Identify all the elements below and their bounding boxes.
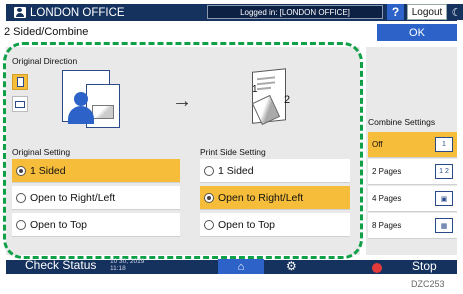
combine-off-option[interactable]: Off 1 [368, 132, 457, 158]
combine-settings-title: Combine Settings [368, 117, 436, 127]
check-status-button[interactable]: Check Status [25, 258, 96, 272]
page-title: 2 Sided/Combine [4, 26, 89, 38]
combine-label: 4 Pages [372, 194, 402, 203]
login-status[interactable]: Logged in: [LONDON OFFICE] [207, 5, 383, 19]
help-button[interactable]: ? [387, 4, 404, 20]
office-label: LONDON OFFICE [14, 5, 125, 20]
time-label: 11:18 [110, 265, 126, 272]
eight-pages-icon: ▦ [435, 218, 453, 233]
combine-label: 2 Pages [372, 167, 402, 176]
combine-label: Off [372, 140, 383, 149]
stop-icon[interactable] [372, 263, 382, 273]
combine-8-pages-option[interactable]: 8 Pages ▦ [368, 213, 457, 239]
gear-icon[interactable]: ⚙ [286, 259, 297, 273]
combine-label: 8 Pages [372, 221, 402, 230]
home-icon: ⌂ [237, 260, 245, 273]
highlight-border [3, 42, 363, 259]
single-page-icon: 1 [435, 137, 453, 152]
combine-2-pages-option[interactable]: 2 Pages 1 2 [368, 159, 457, 185]
date-label: 10 30, 2019 [110, 258, 145, 265]
figure-code: DZC253 [411, 279, 445, 289]
office-name: LONDON OFFICE [30, 6, 125, 19]
clock: 10 30, 2019 11:18 [110, 258, 144, 272]
logout-button[interactable]: Logout [407, 4, 447, 20]
ok-button[interactable]: OK [377, 24, 457, 41]
home-button[interactable]: ⌂ [218, 259, 264, 274]
user-icon [14, 7, 26, 18]
stop-button[interactable]: Stop [412, 259, 437, 273]
moon-icon[interactable]: ☾ [450, 4, 463, 20]
four-pages-icon: ▣ [435, 191, 453, 206]
combine-4-pages-option[interactable]: 4 Pages ▣ [368, 186, 457, 212]
two-pages-icon: 1 2 [435, 164, 453, 179]
